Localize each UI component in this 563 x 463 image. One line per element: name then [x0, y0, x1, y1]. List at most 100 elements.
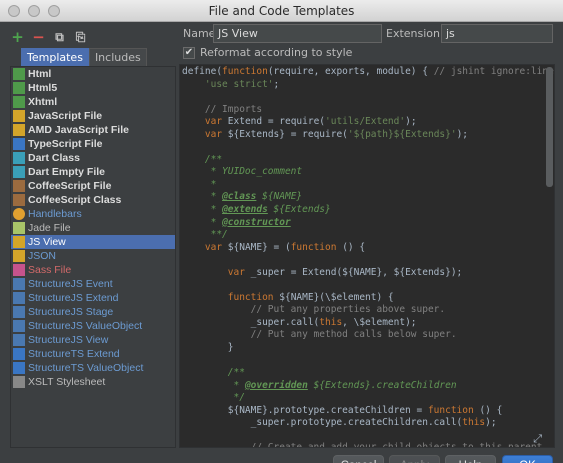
- remove-icon[interactable]: −: [31, 28, 46, 46]
- template-item[interactable]: JavaScript File: [11, 109, 175, 123]
- code-text[interactable]: define(function(require, exports, module…: [182, 66, 554, 447]
- window-maximize-button[interactable]: [48, 5, 60, 17]
- template-item[interactable]: AMD JavaScript File: [11, 123, 175, 137]
- code-token: *: [210, 216, 223, 228]
- ok-button[interactable]: OK: [502, 455, 553, 463]
- code-line: }: [182, 342, 544, 355]
- template-item[interactable]: Handlebars: [11, 207, 175, 221]
- template-item[interactable]: StructureJS ValueObject: [11, 319, 175, 333]
- json-file-icon: [13, 250, 25, 262]
- coffeescript-file-icon: [13, 194, 25, 206]
- template-item-label: StructureJS View: [28, 334, 109, 346]
- template-item[interactable]: TypeScript File: [11, 137, 175, 151]
- code-line: * @extends ${Extends}: [182, 204, 544, 217]
- code-token: var: [227, 266, 245, 278]
- code-line: define(function(require, exports, module…: [182, 66, 554, 79]
- code-line: ${NAME}.prototype.createChildren = funct…: [182, 405, 544, 418]
- template-item[interactable]: Jade File: [11, 221, 175, 235]
- add-icon[interactable]: +: [10, 28, 25, 46]
- code-token: *: [210, 191, 223, 203]
- code-token: */: [233, 392, 245, 404]
- code-token: _super.prototype.createChildren.call(: [182, 417, 463, 429]
- code-token: function: [290, 241, 337, 253]
- cancel-button[interactable]: Cancel: [333, 455, 384, 463]
- reformat-option[interactable]: ✔ Reformat according to style: [183, 46, 352, 59]
- code-token: );: [456, 128, 469, 140]
- code-token: 'use strict': [204, 78, 274, 90]
- code-token: function: [222, 66, 268, 77]
- code-token: '${path}${Extends}': [347, 128, 457, 140]
- apply-button[interactable]: Apply: [389, 455, 440, 463]
- template-item[interactable]: Html5: [11, 81, 175, 95]
- template-item-label: StructureJS Stage: [28, 306, 114, 318]
- template-item[interactable]: CoffeeScript File: [11, 179, 175, 193]
- code-token: *: [233, 379, 245, 391]
- code-token: @class: [222, 191, 257, 203]
- tab-includes[interactable]: Includes: [88, 48, 147, 66]
- code-token: var: [204, 128, 223, 140]
- help-button[interactable]: Help: [445, 455, 496, 463]
- html-file-icon: [13, 96, 25, 108]
- window-close-button[interactable]: [8, 5, 20, 17]
- code-line: // Put any properties above super.: [182, 304, 544, 317]
- javascript-file-icon: [13, 320, 25, 332]
- template-item[interactable]: CoffeeScript Class: [11, 193, 175, 207]
- code-token: @extends: [222, 204, 268, 216]
- editor-scrollbar[interactable]: [546, 67, 553, 187]
- template-item[interactable]: StructureJS View: [11, 333, 175, 347]
- typescript-file-icon: [13, 362, 25, 374]
- template-item-label: StructureTS ValueObject: [28, 362, 144, 374]
- code-line: 'use strict';: [182, 79, 544, 92]
- code-token: ;: [273, 78, 280, 90]
- template-item[interactable]: StructureTS Extend: [11, 347, 175, 361]
- window-minimize-button[interactable]: [28, 5, 40, 17]
- template-item[interactable]: StructureJS Stage: [11, 305, 175, 319]
- code-token: () {: [336, 241, 366, 253]
- html-file-icon: [13, 82, 25, 94]
- code-line: _super.prototype.createChildren.call(thi…: [182, 417, 544, 430]
- typescript-file-icon: [13, 348, 25, 360]
- coffeescript-file-icon: [13, 180, 25, 192]
- name-field[interactable]: JS View: [213, 24, 382, 43]
- template-item-label: Handlebars: [28, 208, 82, 220]
- template-item[interactable]: Dart Empty File: [11, 165, 175, 179]
- code-line: var ${NAME} = (function () {: [182, 242, 544, 255]
- template-item[interactable]: JSON: [11, 249, 175, 263]
- template-item-label: Jade File: [28, 222, 71, 234]
- expand-icon[interactable]: ⤢: [533, 432, 542, 446]
- copy-icon[interactable]: ⧉: [52, 30, 67, 45]
- template-item[interactable]: StructureTS ValueObject: [11, 361, 175, 375]
- template-code-editor[interactable]: define(function(require, exports, module…: [179, 64, 555, 448]
- template-item[interactable]: JS View: [11, 235, 175, 249]
- tab-templates[interactable]: Templates: [21, 48, 89, 66]
- extension-field[interactable]: js: [441, 24, 553, 43]
- code-token: this: [319, 316, 343, 328]
- template-item[interactable]: Html: [11, 67, 175, 81]
- template-item[interactable]: XSLT Stylesheet: [11, 375, 175, 389]
- code-line: /**: [182, 154, 544, 167]
- code-line: // Put any method calls below super.: [182, 329, 544, 342]
- code-token: ${Extends}.createChildren: [307, 379, 457, 391]
- reformat-checkbox[interactable]: ✔: [183, 46, 195, 59]
- template-item-label: Dart Class: [28, 152, 80, 164]
- template-item[interactable]: Sass File: [11, 263, 175, 277]
- code-line: */: [182, 392, 544, 405]
- code-token: ${NAME} = (: [222, 241, 291, 253]
- template-item[interactable]: Xhtml: [11, 95, 175, 109]
- template-item[interactable]: StructureJS Extend: [11, 291, 175, 305]
- template-item[interactable]: Dart Class: [11, 151, 175, 165]
- xslt-file-icon: [13, 376, 25, 388]
- code-line: * @class ${NAME}: [182, 191, 544, 204]
- template-item[interactable]: StructureJS Event: [11, 277, 175, 291]
- code-token: }: [182, 342, 234, 354]
- template-item-label: Xhtml: [28, 96, 58, 108]
- jade-file-icon: [13, 222, 25, 234]
- javascript-file-icon: [13, 124, 25, 136]
- template-item-label: Sass File: [28, 264, 72, 276]
- reset-icon[interactable]: ⎘: [73, 30, 88, 45]
